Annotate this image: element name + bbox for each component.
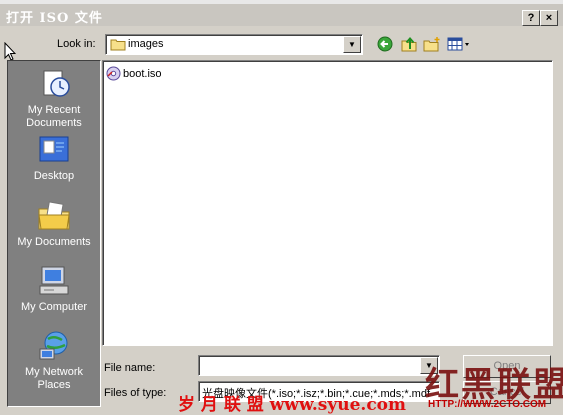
place-my-computer[interactable]: My Computer (8, 264, 100, 314)
look-in-value: images (128, 38, 164, 50)
place-desktop[interactable]: Desktop (8, 133, 100, 183)
place-label: My Documents (17, 236, 91, 248)
disc-image-icon (106, 66, 121, 81)
files-of-type-label: Files of type: (104, 387, 167, 399)
place-label: Desktop (33, 170, 75, 182)
look-in-label: Look in: (57, 38, 96, 50)
place-label: My Computer (20, 301, 88, 313)
folder-icon (110, 39, 126, 51)
desktop-icon (39, 136, 69, 162)
help-button[interactable]: ? (522, 10, 540, 26)
open-iso-dialog: 打开 ISO 文件 ? × Look in: images ▼ My Recen… (0, 0, 563, 415)
up-folder-icon[interactable] (400, 36, 418, 52)
places-bar: My Recent Documents Desktop My Documents (7, 60, 101, 407)
url-watermark: HTTP://WWW.2CTO.COM (428, 399, 547, 410)
mouse-cursor-icon (4, 42, 16, 61)
back-arrow-icon[interactable] (376, 36, 394, 52)
place-my-documents[interactable]: My Documents (8, 199, 100, 249)
file-name: boot.iso (123, 68, 162, 80)
network-places-icon (39, 331, 68, 360)
views-menu-icon[interactable] (447, 36, 471, 52)
title-bar[interactable]: 打开 ISO 文件 ? × (0, 4, 563, 26)
file-name-label: File name: (104, 362, 156, 374)
close-button[interactable]: × (540, 10, 558, 26)
my-documents-icon (38, 201, 70, 230)
new-folder-icon[interactable] (423, 36, 441, 52)
place-my-recent-documents[interactable]: My Recent Documents (8, 67, 100, 130)
look-in-combo[interactable]: images ▼ (105, 34, 363, 55)
place-label: My Recent Documents (26, 104, 82, 129)
file-name-input[interactable]: ▼ (198, 355, 440, 376)
syue-watermark: 岁 月 联 盟 www.syue.com (178, 395, 407, 415)
place-my-network-places[interactable]: My Network Places (8, 329, 100, 392)
window-title: 打开 ISO 文件 (6, 11, 103, 26)
file-list[interactable]: boot.iso (102, 60, 553, 346)
chevron-down-icon[interactable]: ▼ (343, 36, 361, 53)
recent-documents-icon (43, 70, 70, 97)
place-label: My Network Places (24, 366, 84, 391)
my-computer-icon (39, 266, 69, 295)
